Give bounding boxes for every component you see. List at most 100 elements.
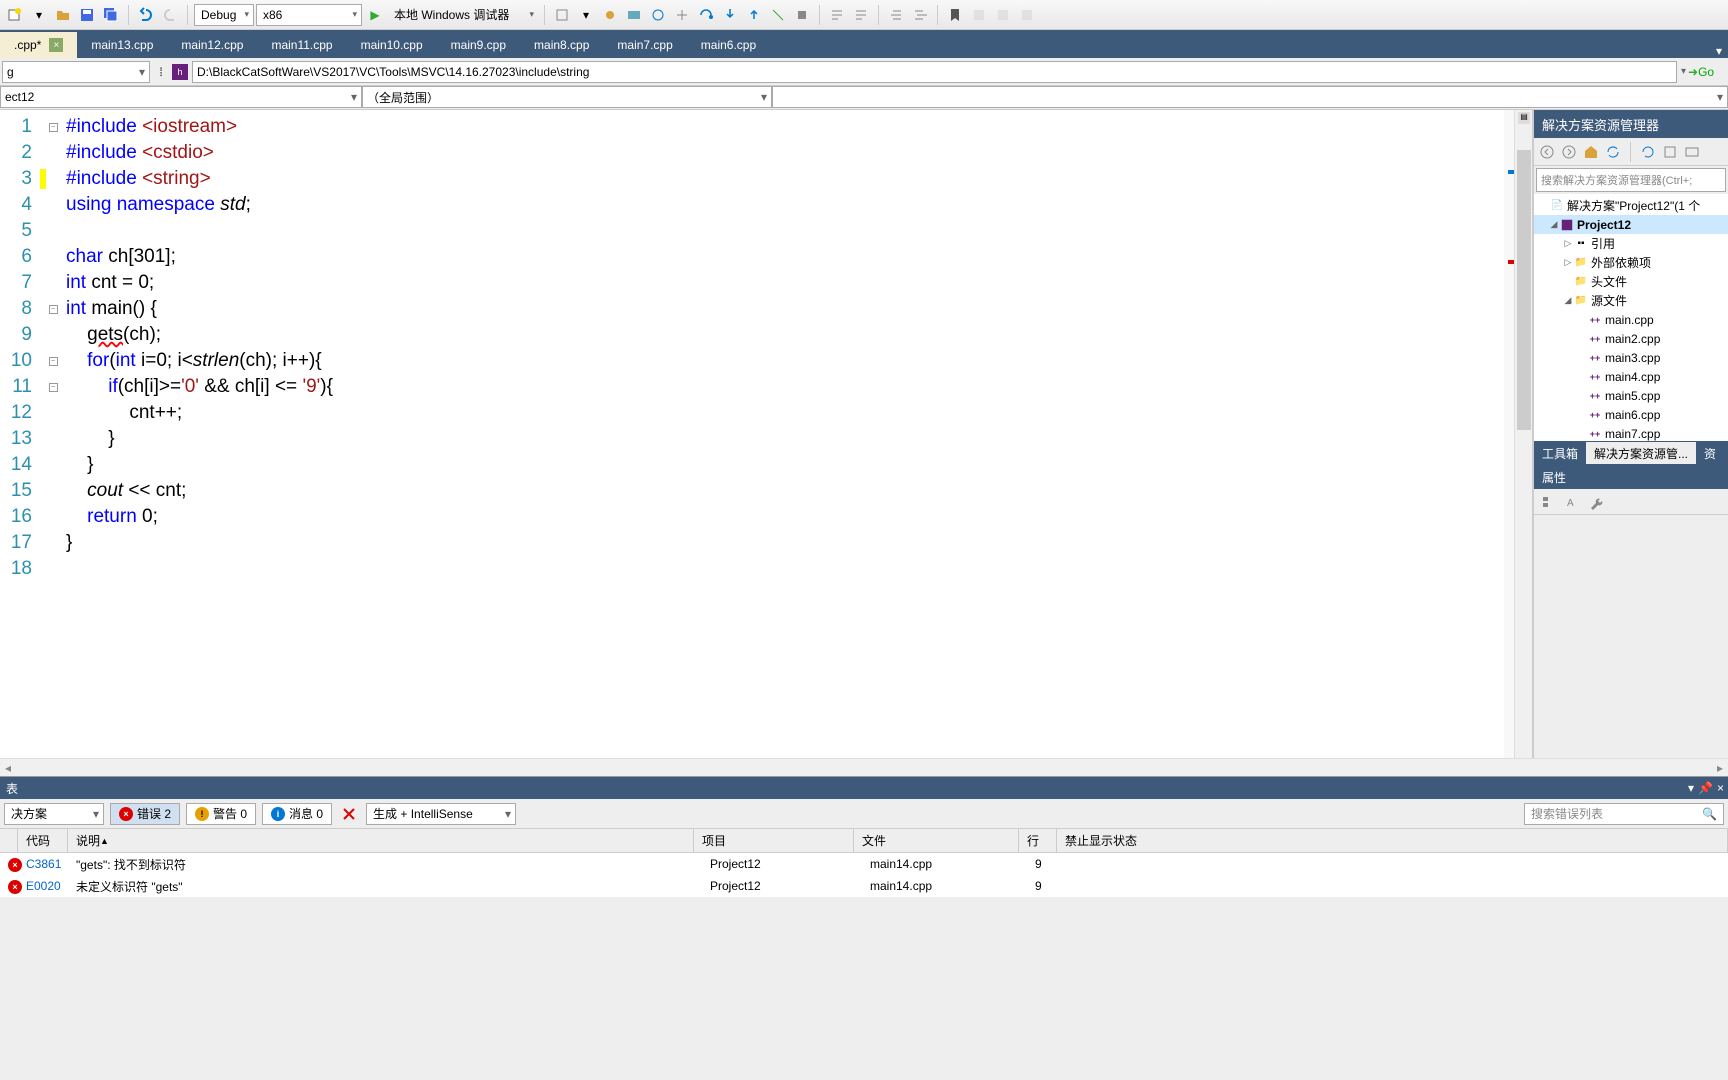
close-icon[interactable]: ×	[49, 38, 63, 52]
start-debug-button[interactable]: ▶	[364, 4, 386, 26]
tree-sources[interactable]: ◢📁源文件	[1534, 291, 1728, 310]
undo-icon[interactable]	[135, 4, 157, 26]
tree-file-main3.cpp[interactable]: ++main3.cpp	[1534, 348, 1728, 367]
nav-left-dropdown[interactable]: g	[2, 61, 150, 83]
tree-file-main7.cpp[interactable]: ++main7.cpp	[1534, 424, 1728, 441]
vertical-scrollbar[interactable]: ▤	[1514, 110, 1532, 758]
col-file[interactable]: 文件	[854, 829, 1019, 852]
code-editor[interactable]: 123456789101112131415161718 −−−− #includ…	[0, 110, 1533, 758]
tool-icon-5[interactable]	[647, 4, 669, 26]
tab-main7.cpp[interactable]: main7.cpp	[603, 32, 686, 58]
scroll-right-icon[interactable]: ▸	[1712, 761, 1728, 775]
dropdown-icon[interactable]: ▾	[1688, 781, 1694, 795]
scroll-thumb[interactable]	[1517, 150, 1531, 430]
tab-main11.cpp[interactable]: main11.cpp	[257, 32, 346, 58]
step-over-icon[interactable]	[695, 4, 717, 26]
tool-icon-1[interactable]	[551, 4, 573, 26]
col-desc[interactable]: 说明 ▲	[68, 829, 694, 852]
tree-file-main2.cpp[interactable]: ++main2.cpp	[1534, 329, 1728, 348]
scope-class-dropdown[interactable]: ect12	[0, 86, 362, 108]
tab-main6.cpp[interactable]: main6.cpp	[687, 32, 770, 58]
horizontal-scrollbar[interactable]: ◂ ▸	[0, 758, 1728, 776]
warnings-toggle[interactable]: !警告 0	[186, 803, 256, 825]
alphabetize-icon[interactable]: A	[1562, 491, 1584, 513]
tool-icon-15[interactable]	[968, 4, 990, 26]
show-all-icon[interactable]	[1683, 143, 1701, 161]
nav-dropdown-icon[interactable]: ▾	[1681, 66, 1686, 77]
forward-icon[interactable]	[1560, 143, 1578, 161]
outdent-icon[interactable]	[909, 4, 931, 26]
scope-right-dropdown[interactable]	[772, 86, 1728, 108]
uncomment-icon[interactable]	[850, 4, 872, 26]
step-out-icon[interactable]	[743, 4, 765, 26]
tab-solution[interactable]: 解决方案资源管...	[1586, 442, 1696, 464]
comment-icon[interactable]	[826, 4, 848, 26]
nav-path-input[interactable]: D:\BlackCatSoftWare\VS2017\VC\Tools\MSVC…	[192, 61, 1677, 83]
sync-icon[interactable]	[1604, 143, 1622, 161]
tree-project[interactable]: ◢Project12	[1534, 215, 1728, 234]
tab-active[interactable]: .cpp*×	[0, 32, 77, 58]
indent-icon[interactable]	[885, 4, 907, 26]
tree-refs[interactable]: ▷▪▪引用	[1534, 234, 1728, 253]
tree-file-main.cpp[interactable]: ++main.cpp	[1534, 310, 1728, 329]
home-icon[interactable]	[1582, 143, 1600, 161]
tab-main10.cpp[interactable]: main10.cpp	[347, 32, 437, 58]
messages-toggle[interactable]: i消息 0	[262, 803, 332, 825]
debugger-dropdown[interactable]: 本地 Windows 调试器	[388, 4, 538, 26]
tool-icon-3[interactable]	[599, 4, 621, 26]
tree-file-main6.cpp[interactable]: ++main6.cpp	[1534, 405, 1728, 424]
tree-file-main4.cpp[interactable]: ++main4.cpp	[1534, 367, 1728, 386]
config-dropdown[interactable]: Debug	[194, 4, 254, 26]
redo-icon[interactable]	[159, 4, 181, 26]
clear-filter-icon[interactable]	[338, 803, 360, 825]
tab-main8.cpp[interactable]: main8.cpp	[520, 32, 603, 58]
tool-icon-16[interactable]	[992, 4, 1014, 26]
open-icon[interactable]	[52, 4, 74, 26]
error-search-input[interactable]: 搜索错误列表🔍	[1524, 803, 1724, 825]
go-button[interactable]: ➜Go	[1688, 65, 1728, 79]
tab-toolbox[interactable]: 工具箱	[1534, 442, 1586, 464]
tool-icon-17[interactable]	[1016, 4, 1038, 26]
split-icon[interactable]: ▤	[1518, 112, 1530, 124]
col-line[interactable]: 行	[1019, 829, 1057, 852]
new-project-icon[interactable]	[4, 4, 26, 26]
solution-search-input[interactable]: 搜索解决方案资源管理器(Ctrl+;	[1536, 168, 1726, 192]
tree-solution[interactable]: 📄解决方案"Project12"(1 个	[1534, 196, 1728, 215]
categorize-icon[interactable]	[1538, 491, 1560, 513]
col-code[interactable]: 代码	[18, 829, 68, 852]
close-panel-icon[interactable]: ×	[1717, 781, 1724, 795]
code-area[interactable]: #include <iostream>#include <cstdio>#inc…	[60, 110, 1504, 758]
bookmark-icon[interactable]	[944, 4, 966, 26]
tool-icon-11[interactable]	[791, 4, 813, 26]
error-row[interactable]: × C3861 "gets": 找不到标识符 Project12 main14.…	[0, 853, 1728, 875]
tool-icon-6[interactable]	[671, 4, 693, 26]
error-scope-dropdown[interactable]: 决方案	[4, 803, 104, 825]
error-row[interactable]: × E0020 未定义标识符 "gets" Project12 main14.c…	[0, 875, 1728, 897]
collapse-icon[interactable]	[1661, 143, 1679, 161]
wrench-icon[interactable]	[1586, 491, 1608, 513]
scope-function-dropdown[interactable]: （全局范围）	[362, 86, 772, 108]
tab-main13.cpp[interactable]: main13.cpp	[77, 32, 167, 58]
pin-icon[interactable]: 📌	[1698, 781, 1713, 795]
col-proj[interactable]: 项目	[694, 829, 854, 852]
tabs-overflow-icon[interactable]: ▾	[1710, 44, 1728, 58]
scroll-left-icon[interactable]: ◂	[0, 761, 16, 775]
tab-resources[interactable]: 资	[1696, 442, 1724, 464]
build-filter-dropdown[interactable]: 生成 + IntelliSense	[366, 803, 516, 825]
solution-tree[interactable]: 📄解决方案"Project12"(1 个 ◢Project12 ▷▪▪引用 ▷📁…	[1534, 194, 1728, 441]
back-icon[interactable]	[1538, 143, 1556, 161]
tool-icon-10[interactable]	[767, 4, 789, 26]
dropdown-arrow-icon[interactable]: ▾	[28, 4, 50, 26]
tree-external[interactable]: ▷📁外部依赖项	[1534, 253, 1728, 272]
tool-icon-4[interactable]	[623, 4, 645, 26]
col-supp[interactable]: 禁止显示状态	[1057, 829, 1728, 852]
save-icon[interactable]	[76, 4, 98, 26]
tree-file-main5.cpp[interactable]: ++main5.cpp	[1534, 386, 1728, 405]
tree-headers[interactable]: 📁头文件	[1534, 272, 1728, 291]
refresh-icon[interactable]	[1639, 143, 1657, 161]
errors-toggle[interactable]: ×错误 2	[110, 803, 180, 825]
tab-main12.cpp[interactable]: main12.cpp	[167, 32, 257, 58]
tab-main9.cpp[interactable]: main9.cpp	[437, 32, 520, 58]
save-all-icon[interactable]	[100, 4, 122, 26]
platform-dropdown[interactable]: x86	[256, 4, 362, 26]
